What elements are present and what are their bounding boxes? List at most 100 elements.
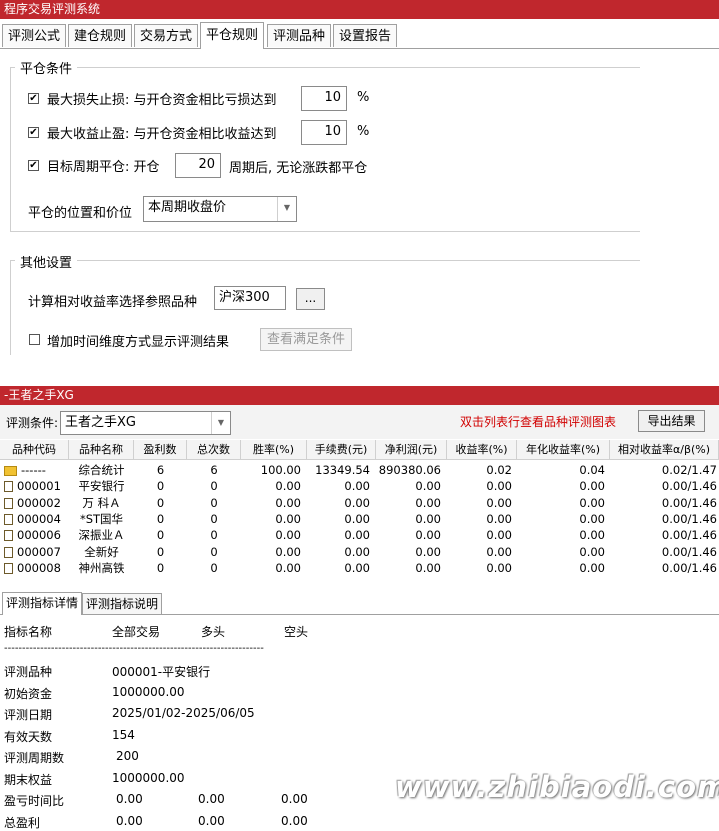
table-row[interactable]: 000004 *ST国华 0 0 0.00 0.00 0.00 0.00 0.00 0.00/1.… <box>0 511 719 527</box>
table-cell-rate: 0.00 <box>275 495 301 510</box>
column-header[interactable]: 总次数 <box>187 440 241 460</box>
doc-icon <box>4 497 13 509</box>
table-cell-ret: 0.00 <box>486 528 512 543</box>
table-cell-rel: 0.02/1.47 <box>661 463 717 477</box>
time-dimension-checkbox[interactable] <box>29 334 40 345</box>
detail-value: 000001-平安银行 <box>112 665 211 679</box>
target-period-checkbox[interactable]: ✔ <box>28 160 39 171</box>
chevron-down-icon[interactable]: ▼ <box>211 412 230 434</box>
table-cell-code: 000007 <box>4 544 68 560</box>
table-cell-total: 0 <box>210 495 218 510</box>
table-cell-rel: 0.00/1.46 <box>661 528 717 543</box>
tab-formula[interactable]: 评测公式 <box>2 24 67 47</box>
detail-value: 1000000.00 <box>112 684 185 699</box>
max-loss-checkbox[interactable]: ✔ <box>28 93 39 104</box>
tab-trade-mode[interactable]: 交易方式 <box>134 24 199 47</box>
table-row[interactable]: ------ 综合统计 6 6 100.00 13349.54 890380.06 0.02 0… <box>0 462 719 478</box>
table-cell-profit: 0.00 <box>415 479 441 494</box>
export-button[interactable]: 导出结果 <box>638 410 705 432</box>
table-cell-name: *ST国华 <box>79 511 124 526</box>
table-cell-profit: 0.00 <box>415 511 441 526</box>
browse-button[interactable]: ... <box>296 288 325 310</box>
target-period-input[interactable]: 20 <box>175 153 221 178</box>
table-cell-rate: 0.00 <box>275 511 301 526</box>
table-cell-profit: 0.00 <box>415 544 441 559</box>
column-header[interactable]: 收益率(%) <box>447 440 517 460</box>
table-cell-total: 6 <box>210 463 218 477</box>
table-row[interactable]: 000002 万 科Ａ 0 0 0.00 0.00 0.00 0.00 0.00 0.00/1.4… <box>0 495 719 511</box>
chevron-down-icon[interactable]: ▼ <box>277 197 296 221</box>
view-conditions-button[interactable]: 查看满足条件 <box>260 328 352 351</box>
detail-value-short: 0.00 <box>281 813 308 828</box>
table-header: 品种代码 品种名称 盈利数 总次数 胜率(%) 手续费(元) 净利润(元) 收益… <box>0 440 719 460</box>
table-cell-total: 0 <box>210 479 218 494</box>
table-row[interactable]: 000001 平安银行 0 0 0.00 0.00 0.00 0.00 0.00 0.00/1.4… <box>0 478 719 494</box>
tab-report-settings[interactable]: 设置报告 <box>333 24 398 47</box>
detail-label: 初始资金 <box>4 686 53 701</box>
table-row[interactable]: 000007 全新好 0 0 0.00 0.00 0.00 0.00 0.00 0.00/1.46 <box>0 544 719 560</box>
detail-value: 154 <box>112 727 135 742</box>
table-cell-total: 0 <box>210 511 218 526</box>
column-header[interactable]: 相对收益率α/β(%) <box>610 440 719 460</box>
column-header[interactable]: 手续费(元) <box>307 440 376 460</box>
column-header[interactable]: 胜率(%) <box>241 440 307 460</box>
table-cell-rate: 0.00 <box>275 479 301 494</box>
max-loss-input[interactable]: 10 <box>301 86 347 111</box>
table-cell-name: 万 科Ａ <box>82 495 121 510</box>
table-cell-fee: 0.00 <box>344 479 370 494</box>
table-row[interactable]: 000006 深振业Ａ 0 0 0.00 0.00 0.00 0.00 0.00 0.00/1.4… <box>0 527 719 543</box>
table-cell-win: 0 <box>156 560 165 575</box>
column-header[interactable]: 盈利数 <box>134 440 187 460</box>
doc-icon <box>4 513 13 525</box>
column-header[interactable]: 年化收益率(%) <box>517 440 610 460</box>
table-cell-annual: 0.00 <box>579 528 605 543</box>
close-position-select[interactable]: 本周期收盘价 ▼ <box>143 196 297 222</box>
detail-value-long: 0.00 <box>198 813 225 828</box>
tab-close-rules[interactable]: 平仓规则 <box>200 22 265 49</box>
column-header[interactable]: 净利润(元) <box>376 440 447 460</box>
table-cell-ret: 0.00 <box>486 495 512 510</box>
table-cell-fee: 0.00 <box>344 511 370 526</box>
detail-header-all: 全部交易 <box>112 625 161 639</box>
table-cell-code: ------ <box>4 462 68 478</box>
table-cell-fee: 0.00 <box>344 560 370 575</box>
target-period-suffix: 周期后, 无论涨跌都平仓 <box>229 161 368 176</box>
detail-value: 2025/01/02-2025/06/05 <box>112 706 255 720</box>
table-cell-rel: 0.00/1.46 <box>661 511 717 526</box>
max-profit-checkbox[interactable]: ✔ <box>28 127 39 138</box>
site-watermark: www.zhibiaodi.com <box>395 770 719 804</box>
table-cell-profit: 890380.06 <box>378 463 441 477</box>
time-dimension-label: 增加时间维度方式显示评测结果 <box>47 335 230 350</box>
reference-input[interactable]: 沪深300 <box>214 286 286 310</box>
table-cell-annual: 0.00 <box>579 479 605 494</box>
table-cell-fee: 0.00 <box>344 544 370 559</box>
table-cell-annual: 0.00 <box>579 544 605 559</box>
settings-window: 程序交易评测系统 评测公式 建仓规则 交易方式 平仓规则 评测品种 设置报告 平… <box>0 0 719 355</box>
tab-open-rules[interactable]: 建仓规则 <box>68 24 133 47</box>
table-cell-win: 6 <box>156 463 165 477</box>
reference-label: 计算相对收益率选择参照品种 <box>28 295 198 310</box>
table-row[interactable]: 000008 神州高铁 0 0 0.00 0.00 0.00 0.00 0.00 0.00/1.4… <box>0 560 719 576</box>
table-cell-fee: 0.00 <box>344 495 370 510</box>
tab-indicator-help[interactable]: 评测指标说明 <box>82 593 163 614</box>
table-cell-name: 综合统计 <box>78 463 125 477</box>
table-cell-rate: 0.00 <box>275 544 301 559</box>
table-cell-annual: 0.00 <box>579 495 605 510</box>
table-cell-total: 0 <box>210 528 218 543</box>
column-header[interactable]: 品种代码 <box>0 440 69 460</box>
tab-indicator-details[interactable]: 评测指标详情 <box>2 592 83 615</box>
max-profit-input[interactable]: 10 <box>301 120 347 145</box>
table-cell-rate: 0.00 <box>275 528 301 543</box>
column-header[interactable]: 品种名称 <box>69 440 134 460</box>
table-cell-profit: 0.00 <box>415 528 441 543</box>
table-cell-win: 0 <box>156 495 165 510</box>
condition-select[interactable]: 王者之手XG ▼ <box>60 411 231 435</box>
condition-label: 评测条件: <box>6 416 59 430</box>
table-cell-total: 0 <box>210 544 218 559</box>
tab-products[interactable]: 评测品种 <box>267 24 332 47</box>
settings-tab-bar: 评测公式 建仓规则 交易方式 平仓规则 评测品种 设置报告 <box>0 22 719 49</box>
table-cell-fee: 13349.54 <box>315 463 370 477</box>
max-profit-unit: % <box>357 124 370 139</box>
table-cell-ret: 0.00 <box>486 544 512 559</box>
table-cell-total: 0 <box>210 560 218 575</box>
